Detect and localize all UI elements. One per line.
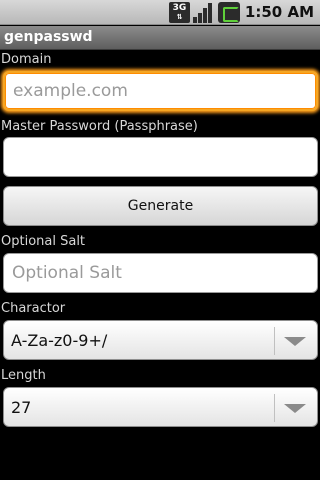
status-time: 1:50 AM xyxy=(244,3,314,21)
spinner-divider xyxy=(274,327,275,355)
chevron-down-icon xyxy=(284,337,306,346)
salt-input[interactable] xyxy=(3,253,318,293)
master-password-label: Master Password (Passphrase) xyxy=(1,119,198,134)
signal-icon xyxy=(193,2,215,23)
salt-label: Optional Salt xyxy=(1,234,86,249)
chevron-down-icon xyxy=(284,404,306,413)
length-selected-value: 27 xyxy=(11,398,32,417)
app-title: genpasswd xyxy=(4,29,93,45)
charactor-select[interactable]: A-Za-z0-9+/ xyxy=(3,320,318,360)
spinner-divider xyxy=(274,394,275,422)
generate-button[interactable]: Generate xyxy=(3,186,318,226)
length-label: Length xyxy=(1,368,46,383)
master-password-input[interactable] xyxy=(3,137,318,177)
status-bar: 3G ⇅ 1:50 AM xyxy=(0,0,320,25)
data-arrows-icon: ⇅ xyxy=(176,13,183,21)
length-select[interactable]: 27 xyxy=(3,387,318,427)
charactor-label: Charactor xyxy=(1,301,66,316)
title-bar: genpasswd xyxy=(0,26,320,50)
network-3g-icon: 3G ⇅ xyxy=(169,2,190,23)
battery-charging-icon xyxy=(218,2,240,23)
charactor-selected-value: A-Za-z0-9+/ xyxy=(11,331,108,350)
status-icons: 3G ⇅ xyxy=(169,2,240,23)
network-type-label: 3G xyxy=(172,3,187,13)
domain-label: Domain xyxy=(1,52,52,67)
domain-input[interactable] xyxy=(3,71,318,111)
